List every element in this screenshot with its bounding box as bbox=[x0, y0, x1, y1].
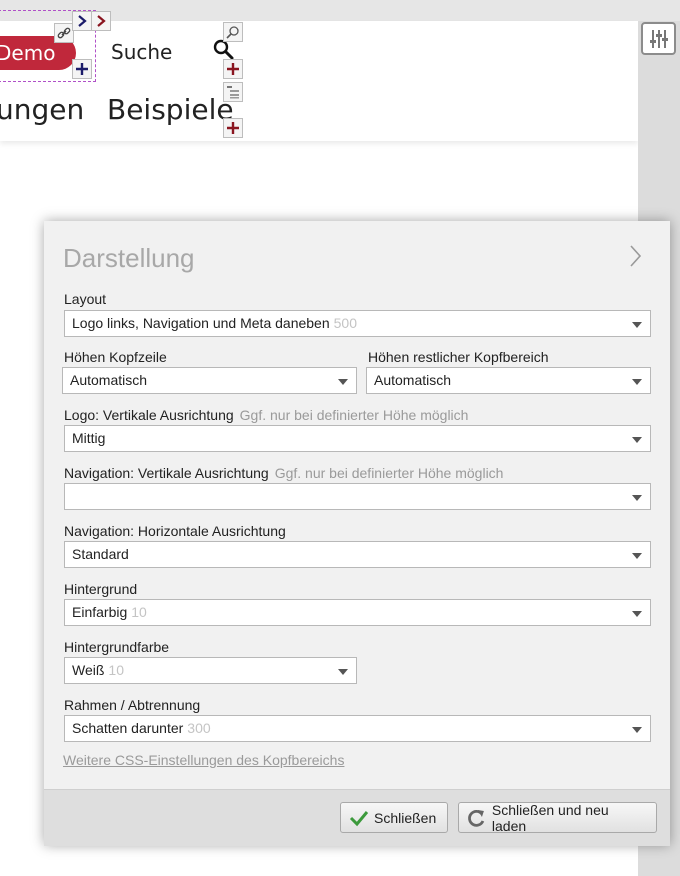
add-element-icon[interactable] bbox=[223, 118, 243, 138]
reload-icon bbox=[468, 809, 485, 827]
field-label: Logo: Vertikale Ausrichtung bbox=[64, 407, 234, 423]
zoom-icon[interactable] bbox=[223, 22, 243, 42]
dropdown-arrow-icon bbox=[632, 553, 642, 559]
settings-sliders-button[interactable] bbox=[641, 22, 676, 55]
button-label: Schließen und neu laden bbox=[491, 801, 609, 834]
select-value-hint: 10 bbox=[108, 662, 124, 678]
hintergrund-select[interactable]: Einfarbig 10 bbox=[64, 599, 651, 626]
hoehe-kopfzeile-select[interactable]: Automatisch bbox=[62, 367, 357, 394]
search-link[interactable]: Suche bbox=[111, 40, 172, 64]
dropdown-arrow-icon bbox=[632, 495, 642, 501]
field-label: Navigation: Vertikale Ausrichtung bbox=[64, 465, 269, 481]
panel-footer: Schließen Schließen und neu laden bbox=[44, 789, 670, 846]
arrow-right-red-icon[interactable] bbox=[91, 11, 111, 31]
layout-select[interactable]: Logo links, Navigation und Meta daneben 5… bbox=[64, 310, 651, 337]
dropdown-arrow-icon bbox=[632, 727, 642, 733]
hoehe-rest-select[interactable]: Automatisch bbox=[366, 367, 651, 394]
site-header: Demo Suche ungen Beispiele bbox=[0, 10, 638, 141]
nav-vertikal-select[interactable] bbox=[64, 483, 651, 510]
nav-item-partial[interactable]: ungen bbox=[0, 93, 84, 126]
select-value: Weiß bbox=[72, 662, 105, 678]
darstellung-panel: Darstellung Layout Logo links, Navigatio… bbox=[44, 221, 670, 846]
close-reload-button[interactable]: Schließen und neu laden bbox=[458, 801, 657, 834]
add-element-icon[interactable] bbox=[72, 59, 92, 79]
select-value: Standard bbox=[72, 546, 129, 562]
hintergrund-label: Hintergrund bbox=[64, 581, 138, 597]
rahmen-select[interactable]: Schatten darunter 300 bbox=[64, 715, 651, 742]
logo-vertikal-select[interactable]: Mittig bbox=[64, 425, 651, 452]
add-element-icon[interactable] bbox=[223, 59, 243, 79]
select-value: Schatten darunter bbox=[72, 720, 184, 736]
button-label: Schließen bbox=[374, 809, 437, 826]
select-value-hint: 300 bbox=[187, 720, 211, 736]
hintergrundfarbe-select[interactable]: Weiß 10 bbox=[64, 657, 357, 684]
nav-vertikal-label: Navigation: Vertikale Ausrichtung Ggf. nu… bbox=[64, 465, 503, 481]
dropdown-arrow-icon bbox=[632, 322, 642, 328]
rahmen-label: Rahmen / Abtrennung bbox=[64, 697, 201, 713]
dropdown-arrow-icon bbox=[632, 437, 642, 443]
checkmark-icon bbox=[349, 810, 369, 826]
select-value: Einfarbig bbox=[72, 604, 128, 620]
nav-horizontal-select[interactable]: Standard bbox=[64, 541, 651, 568]
hintergrundfarbe-label: Hintergrundfarbe bbox=[64, 639, 170, 655]
field-hint: Ggf. nur bei definierter Höhe möglich bbox=[274, 465, 504, 481]
chevron-right-icon[interactable] bbox=[628, 243, 644, 269]
more-css-settings-link[interactable]: Weitere CSS-Einstellungen des Kopfbereic… bbox=[63, 752, 344, 768]
arrow-right-navy-icon[interactable] bbox=[72, 11, 92, 31]
dropdown-arrow-icon bbox=[632, 611, 642, 617]
dropdown-arrow-icon bbox=[338, 669, 348, 675]
nav-horizontal-label: Navigation: Horizontale Ausrichtung bbox=[64, 523, 286, 539]
panel-title: Darstellung bbox=[63, 243, 195, 273]
select-value-hint: 500 bbox=[333, 315, 357, 331]
select-value: Automatisch bbox=[70, 372, 148, 388]
select-value: Mittig bbox=[72, 430, 106, 446]
layout-label: Layout bbox=[64, 291, 107, 307]
tree-list-icon[interactable] bbox=[223, 82, 243, 102]
logo-vertikal-label: Logo: Vertikale Ausrichtung Ggf. nur bei … bbox=[64, 407, 468, 423]
select-value-hint: 10 bbox=[131, 604, 147, 620]
field-hint: Ggf. nur bei definierter Höhe möglich bbox=[239, 407, 469, 423]
sliders-icon bbox=[649, 29, 668, 48]
hoehe-rest-label: Höhen restlicher Kopfbereich bbox=[368, 349, 549, 365]
select-value: Automatisch bbox=[374, 372, 452, 388]
nav-item-beispiele[interactable]: Beispiele bbox=[107, 93, 234, 126]
hoehe-kopfzeile-label: Höhen Kopfzeile bbox=[64, 349, 167, 365]
dropdown-arrow-icon bbox=[338, 379, 348, 385]
select-value: Logo links, Navigation und Meta daneben bbox=[72, 315, 330, 331]
link-edit-icon[interactable] bbox=[54, 23, 74, 43]
dropdown-arrow-icon bbox=[632, 379, 642, 385]
close-button[interactable]: Schließen bbox=[340, 802, 448, 833]
